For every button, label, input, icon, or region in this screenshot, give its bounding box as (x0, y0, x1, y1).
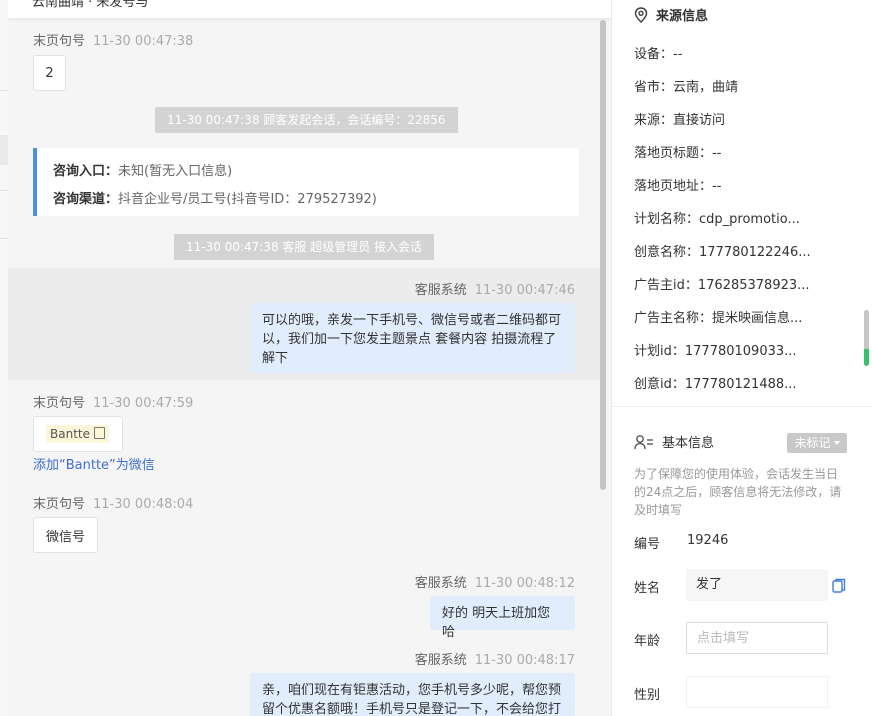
message-line: 好的 明天上班加您哈 (442, 606, 551, 640)
message-time: 11-30 00:48:12 (474, 576, 575, 591)
basic-info-title: 基本信息 (662, 436, 715, 451)
consult-channel-label: 咨询渠道： (53, 192, 119, 207)
message-meta: 客服系统 11-30 00:48:12 (415, 572, 575, 591)
chat-scrollbar[interactable] (600, 20, 606, 490)
copy-icon[interactable] (832, 578, 846, 594)
message-meta: 末页句号 11-30 00:47:59 (33, 392, 193, 411)
message-meta: 客服系统 11-30 00:47:46 (415, 279, 575, 298)
name-field[interactable]: 发了 (686, 569, 828, 601)
consult-channel-value: 抖音企业号/员工号(抖音号ID：279527392) (118, 192, 377, 207)
system-notice: 11-30 00:47:38 顾客发起会话，会话编号：22856 (155, 107, 458, 133)
location-pin-icon (634, 7, 648, 23)
caret-down-icon (833, 441, 840, 445)
source-info-header: 来源信息 (634, 5, 708, 24)
age-input[interactable] (686, 622, 828, 654)
message-line: 亲，咱们现在有钜惠活动，您手机号多少呢，帮您预 (262, 683, 562, 698)
message-card[interactable]: Bantte (33, 416, 123, 452)
consult-entry-label: 咨询入口： (53, 164, 119, 179)
message-text: 2 (45, 65, 54, 81)
message-time: 11-30 00:47:46 (474, 283, 575, 298)
add-wechat-link[interactable]: 添加“Bantte”为微信 (33, 454, 155, 473)
message-line: 留个优惠名额哦！手机号只是登记一下，不会给您打 (262, 702, 562, 716)
strip-divider (0, 90, 8, 91)
message-meta: 客服系统 11-30 00:48:17 (415, 649, 575, 668)
mark-status-label: 未标记 (794, 436, 831, 450)
source-field-plan-name: 计划名称：cdp_promotio... (634, 212, 800, 227)
gender-label: 性别 (634, 688, 661, 703)
message-time: 11-30 00:48:17 (474, 653, 575, 668)
message-meta: 末页句号 11-30 00:48:04 (33, 493, 193, 512)
wechat-id-text: Bantte (50, 427, 90, 441)
system-notice: 11-30 00:47:38 客服 超级管理员 接入会话 (174, 234, 435, 260)
panel-scrollbar[interactable] (864, 310, 869, 366)
id-label: 编号 (634, 537, 661, 552)
message-time: 11-30 00:48:04 (93, 497, 194, 512)
message-meta: 末页句号 11-30 00:47:38 (33, 30, 193, 49)
message-text: 微信号 (45, 529, 85, 545)
consult-entry-box: 咨询入口：未知(暂无入口信息) 咨询渠道：抖音企业号/员工号(抖音号ID：279… (33, 148, 579, 216)
message-card[interactable]: 2 (33, 55, 66, 91)
source-field-device: 设备：-- (634, 47, 683, 62)
source-field-landing-title: 落地页标题：-- (634, 146, 722, 161)
message-line: 解下 (262, 351, 289, 366)
message-time: 11-30 00:47:38 (93, 34, 194, 49)
strip-divider (0, 238, 8, 239)
source-field-creative-name: 创意名称：177780122246... (634, 245, 811, 260)
sender-name: 末页句号 (33, 396, 86, 411)
source-info-title: 来源信息 (656, 9, 709, 24)
consult-channel-row: 咨询渠道：抖音企业号/员工号(抖音号ID：279527392) (53, 188, 377, 207)
message-card[interactable]: 微信号 (33, 517, 98, 553)
id-value: 19246 (687, 533, 729, 548)
sender-name: 客服系统 (414, 653, 467, 668)
source-field-advertiser-name: 广告主名称：提米映画信息... (634, 311, 803, 326)
edit-notice: 为了保障您的使用体验，会话发生当日的24点之后，顾客信息将无法修改，请及时填写 (634, 467, 842, 517)
source-field-creative-id: 创意id：177780121488... (634, 377, 797, 392)
source-field-source: 来源：直接访问 (634, 113, 726, 128)
source-field-advertiser-id: 广告主id：176285378923... (634, 278, 810, 293)
message-line: 可以的哦，亲发一下手机号、微信号或者二维码都可 (262, 313, 562, 328)
agent-message-bubble[interactable]: 可以的哦，亲发一下手机号、微信号或者二维码都可 以，我们加一下您发主题景点 套餐… (250, 303, 575, 373)
age-label: 年龄 (634, 634, 661, 649)
source-field-landing-url: 落地页地址：-- (634, 179, 722, 194)
chat-header: 云南曲靖 · 未发号与 (8, 0, 611, 18)
mark-status-dropdown[interactable]: 未标记 (787, 433, 847, 453)
sender-name: 末页句号 (33, 34, 86, 49)
source-field-plan-id: 计划id：177780109033... (634, 344, 797, 359)
strip-divider (0, 190, 8, 191)
customer-info-panel: 来源信息 设备：-- 省市：云南，曲靖 来源：直接访问 落地页标题：-- 落地页… (611, 0, 872, 716)
wechat-id-tag[interactable]: Bantte (46, 425, 109, 443)
agent-message-bubble[interactable]: 好的 明天上班加您哈 (430, 596, 575, 640)
basic-info-header: 基本信息 (634, 432, 714, 451)
name-label: 姓名 (634, 581, 661, 596)
agent-message-bubble[interactable]: 亲，咱们现在有钜惠活动，您手机号多少呢，帮您预 留个优惠名额哦！手机号只是登记一… (250, 673, 575, 716)
section-divider (612, 406, 872, 407)
message-time: 11-30 00:47:59 (93, 396, 194, 411)
user-list-icon (634, 435, 653, 450)
source-field-region: 省市：云南，曲靖 (634, 80, 739, 95)
chat-header-text: 云南曲靖 · 未发号与 (32, 0, 149, 10)
sender-name: 末页句号 (33, 497, 86, 512)
sender-name: 客服系统 (414, 283, 467, 298)
copy-icon[interactable] (93, 427, 105, 439)
chat-area[interactable]: 云南曲靖 · 未发号与 末页句号 11-30 00:47:38 2 11-30 0… (8, 0, 611, 716)
sender-name: 客服系统 (414, 576, 467, 591)
consult-entry-value: 未知(暂无入口信息) (118, 164, 233, 179)
consult-entry-row: 咨询入口：未知(暂无入口信息) (53, 160, 232, 179)
gender-field[interactable] (686, 676, 828, 708)
strip-block (0, 135, 8, 165)
message-line: 以，我们加一下您发主题景点 套餐内容 拍摄流程了 (262, 332, 557, 347)
